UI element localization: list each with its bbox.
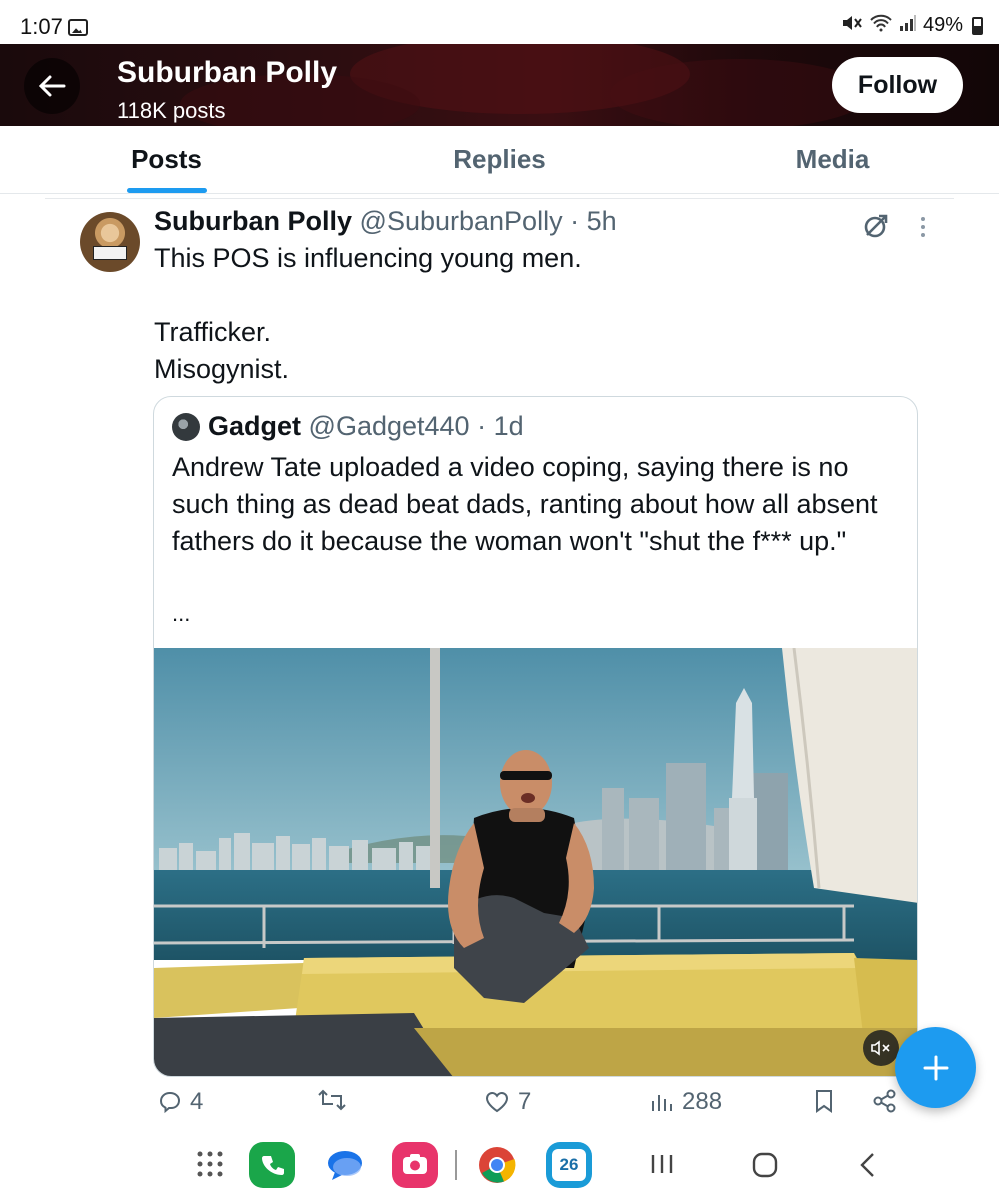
reply-icon <box>159 1091 181 1114</box>
heart-icon <box>485 1091 509 1113</box>
views-action[interactable]: 288 <box>650 1088 722 1116</box>
battery-percent: 49% <box>922 14 963 36</box>
compose-button[interactable] <box>895 1027 976 1108</box>
volume-off-icon <box>871 1040 890 1056</box>
avatar-sign <box>93 246 127 260</box>
reply-count: 4 <box>190 1088 204 1115</box>
active-tab-indicator <box>126 188 207 193</box>
home-button[interactable] <box>752 1152 778 1183</box>
post-header: Suburban Polly @SuburbanPolly · 5h <box>154 206 617 237</box>
tab-replies[interactable]: Replies <box>333 126 666 193</box>
calendar-app-icon[interactable]: 26 <box>546 1142 592 1188</box>
post-author-name[interactable]: Suburban Polly <box>154 206 352 236</box>
header-post-count: 118K posts <box>117 98 226 123</box>
quoted-author-name[interactable]: Gadget <box>208 411 301 441</box>
messages-app-icon[interactable] <box>322 1142 368 1188</box>
views-icon <box>652 1095 672 1111</box>
bookmark-icon <box>816 1090 832 1113</box>
divider <box>45 198 954 199</box>
tab-posts-label: Posts <box>131 144 202 174</box>
quoted-ellipsis: ... <box>172 601 191 626</box>
video-thumbnail[interactable] <box>154 648 917 1076</box>
back-button[interactable] <box>24 58 80 114</box>
profile-header-banner: Suburban Polly 118K posts Follow <box>0 44 999 126</box>
post-text: This POS is influencing young men. Traff… <box>154 240 914 388</box>
post-text-line: Trafficker. <box>154 317 272 347</box>
tab-replies-label: Replies <box>453 144 546 174</box>
more-options-icon[interactable] <box>914 214 932 240</box>
wifi-icon <box>869 14 893 37</box>
grok-icon[interactable] <box>862 212 890 240</box>
image-notification-icon <box>68 19 88 36</box>
quoted-avatar[interactable] <box>172 413 200 441</box>
repost-action[interactable] <box>318 1088 354 1112</box>
video-mute-button[interactable] <box>863 1030 899 1066</box>
status-right: 49% <box>841 14 983 37</box>
post-action-bar: 4 7 288 <box>0 1088 999 1124</box>
app-drawer-icon[interactable] <box>196 1150 224 1183</box>
system-navigation-bar: 26 <box>0 1134 999 1200</box>
phone-app-icon[interactable] <box>249 1142 295 1188</box>
views-count: 288 <box>682 1088 723 1115</box>
post-author-handle[interactable]: @SuburbanPolly <box>360 206 563 236</box>
quoted-author-handle[interactable]: @Gadget440 <box>309 411 470 441</box>
chrome-app-icon[interactable] <box>474 1142 520 1188</box>
share-icon <box>873 1089 896 1113</box>
like-count: 7 <box>518 1088 532 1115</box>
post-text-line: Misogynist. <box>154 354 290 384</box>
status-bar: 1:07 49% <box>0 0 999 44</box>
battery-icon <box>972 16 983 35</box>
like-action[interactable]: 7 <box>484 1088 531 1116</box>
taskbar-divider <box>455 1150 457 1180</box>
post-text-line <box>154 277 914 314</box>
post-avatar[interactable] <box>80 212 140 272</box>
mute-icon <box>841 14 863 37</box>
repost-icon <box>318 1089 346 1111</box>
quoted-post[interactable]: Gadget @Gadget440 · 1d Andrew Tate uploa… <box>153 396 918 1077</box>
follow-button[interactable]: Follow <box>832 57 963 113</box>
tab-posts[interactable]: Posts <box>0 126 333 193</box>
reply-action[interactable]: 4 <box>158 1088 203 1116</box>
share-action[interactable] <box>872 1088 898 1114</box>
status-time: 1:07 <box>20 14 63 39</box>
quoted-text: Andrew Tate uploaded a video coping, say… <box>172 452 878 556</box>
plus-icon <box>923 1055 948 1080</box>
tab-media[interactable]: Media <box>666 126 999 193</box>
quoted-time[interactable]: · 1d <box>477 411 524 441</box>
profile-tabs: Posts Replies Media <box>0 126 999 194</box>
calendar-date: 26 <box>552 1149 586 1181</box>
screen-recorder-app-icon[interactable] <box>392 1142 438 1188</box>
signal-icon <box>899 14 917 37</box>
video-frame <box>154 648 917 1076</box>
bookmark-action[interactable] <box>813 1088 835 1114</box>
back-nav-button[interactable] <box>858 1152 878 1183</box>
recent-apps-button[interactable] <box>650 1152 674 1181</box>
post-text-line: This POS is influencing young men. <box>154 243 582 273</box>
header-profile-name: Suburban Polly <box>117 56 338 89</box>
post-time[interactable]: · 5h <box>570 206 617 236</box>
quoted-header: Gadget @Gadget440 · 1d <box>208 411 524 442</box>
tab-media-label: Media <box>795 144 870 174</box>
arrow-left-icon <box>38 75 66 97</box>
